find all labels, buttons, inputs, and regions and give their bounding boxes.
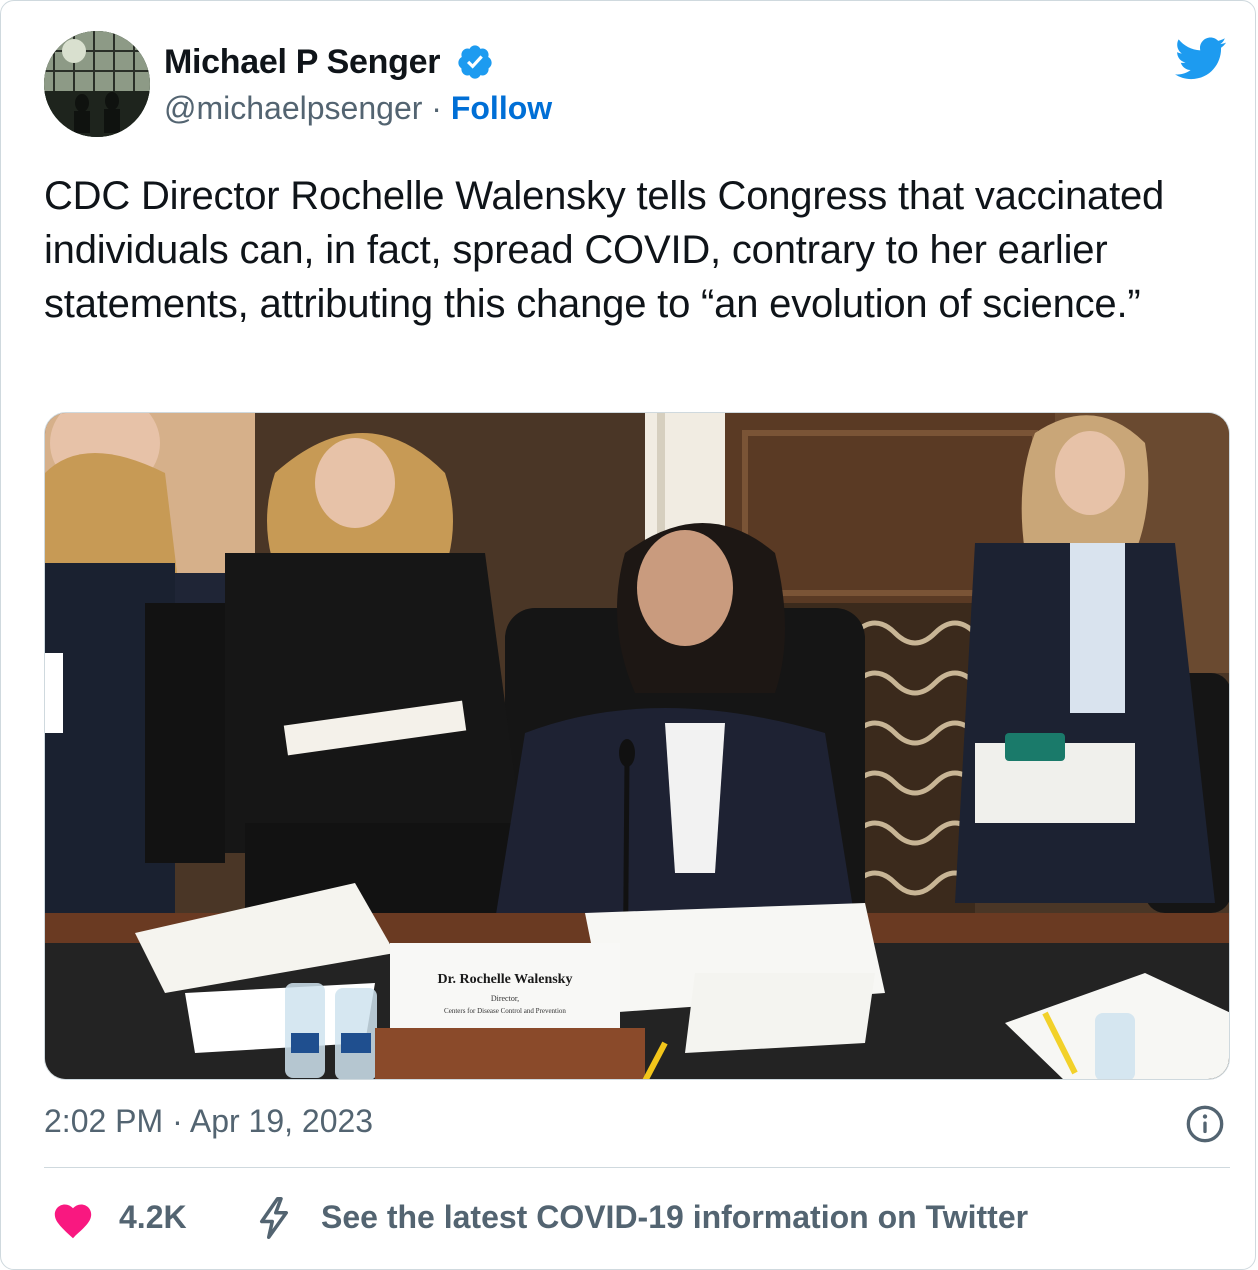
avatar-image: [44, 31, 150, 137]
hearing-photo: Dr. Rochelle Walensky Director, Centers …: [45, 413, 1229, 1079]
tweet-timestamp[interactable]: 2:02 PM · Apr 19, 2023: [44, 1103, 373, 1140]
nameplate-name: Dr. Rochelle Walensky: [438, 972, 573, 987]
info-icon[interactable]: [1185, 1104, 1225, 1144]
tweet-card: Michael P Senger @michaelpsenger · Follo…: [0, 0, 1256, 1270]
covid-info-link[interactable]: See the latest COVID-19 information on T…: [321, 1199, 1028, 1236]
tweet-media[interactable]: Dr. Rochelle Walensky Director, Centers …: [44, 412, 1230, 1080]
nameplate-org: Centers for Disease Control and Preventi…: [444, 1007, 566, 1015]
handle-row: @michaelpsenger · Follow: [164, 90, 552, 127]
handle-separator: ·: [431, 90, 442, 126]
heart-icon[interactable]: [51, 1199, 95, 1239]
nameplate-title: Director,: [491, 994, 519, 1003]
author-avatar[interactable]: [44, 31, 150, 137]
author-handle[interactable]: @michaelpsenger: [164, 90, 422, 126]
tweet-text: CDC Director Rochelle Walensky tells Con…: [44, 174, 1165, 326]
author-name[interactable]: Michael P Senger: [164, 43, 440, 82]
divider: [44, 1167, 1230, 1168]
verified-badge-icon: [458, 45, 492, 79]
follow-link[interactable]: Follow: [451, 90, 552, 126]
like-count[interactable]: 4.2K: [119, 1199, 187, 1236]
lightning-bolt-icon: [260, 1197, 288, 1239]
twitter-bird-icon[interactable]: [1175, 37, 1227, 81]
